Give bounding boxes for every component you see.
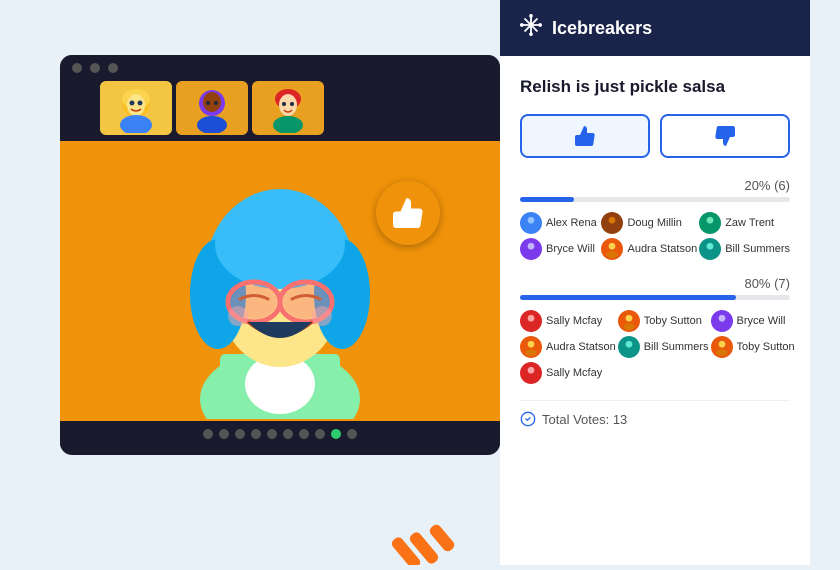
- video-top-bar: [60, 55, 500, 81]
- voter-name: Bryce Will: [737, 315, 786, 327]
- voter-item: Doug Millin: [601, 212, 697, 234]
- voter-name: Audra Statson: [546, 341, 616, 353]
- nav-dot-10[interactable]: [347, 429, 357, 439]
- voter-name: Alex Rena: [546, 217, 597, 229]
- nav-dot-7[interactable]: [299, 429, 309, 439]
- thumbs-down-button[interactable]: [660, 114, 790, 158]
- voter-avatar: [520, 362, 542, 384]
- video-bottom-bar: [60, 421, 500, 447]
- video-area: [60, 55, 500, 455]
- thumb-avatar-3: [252, 81, 324, 135]
- voter-name: Zaw Trent: [725, 217, 774, 229]
- thumbnail-2: [176, 81, 248, 135]
- thumb-avatar-1: [100, 81, 172, 135]
- voter-item: Bill Summers: [618, 336, 709, 358]
- nav-dot-9[interactable]: [331, 429, 341, 439]
- agree-bar-fill: [520, 197, 574, 202]
- voter-name: Toby Sutton: [644, 315, 702, 327]
- voter-name: Sally Mcfay: [546, 367, 602, 379]
- voter-item: Audra Statson: [520, 336, 616, 358]
- total-votes-text: Total Votes: 13: [542, 412, 627, 427]
- result-section-agree: 20% (6) Alex Rena Doug Millin: [520, 178, 790, 260]
- nav-dot-2[interactable]: [219, 429, 229, 439]
- voter-avatar: [711, 336, 733, 358]
- voter-avatar: [520, 336, 542, 358]
- voter-item: Bryce Will: [520, 238, 599, 260]
- voter-avatar: [520, 212, 542, 234]
- voter-avatar: [618, 310, 640, 332]
- slash-decoration: [390, 485, 480, 565]
- nav-dot-5[interactable]: [267, 429, 277, 439]
- voter-avatar: [699, 212, 721, 234]
- voter-name: Doug Millin: [627, 217, 681, 229]
- voter-avatar: [711, 310, 733, 332]
- result-section-disagree: 80% (7) Sally Mcfay Toby Sutton: [520, 276, 790, 384]
- voter-item: Alex Rena: [520, 212, 599, 234]
- decorative-slashes: [390, 485, 470, 555]
- nav-dot-6[interactable]: [283, 429, 293, 439]
- voter-item: Sally Mcfay: [520, 362, 616, 384]
- thumbs-up-icon: [573, 124, 597, 148]
- vote-buttons: [520, 114, 790, 158]
- voter-avatar: [601, 212, 623, 234]
- agree-bar-bg: [520, 197, 790, 202]
- thumb-avatar-2: [176, 81, 248, 135]
- window-dot-2: [90, 63, 100, 73]
- voter-item: Toby Sutton: [618, 310, 709, 332]
- voter-item: Toby Sutton: [711, 336, 795, 358]
- voter-item: Audra Statson: [601, 238, 697, 260]
- question-text: Relish is just pickle salsa: [520, 76, 790, 98]
- voter-name: Audra Statson: [627, 243, 697, 255]
- voter-name: Bryce Will: [546, 243, 595, 255]
- voter-name: Bill Summers: [725, 243, 790, 255]
- voter-item: Zaw Trent: [699, 212, 790, 234]
- check-circle-icon: [520, 411, 536, 427]
- thumbnail-3: [252, 81, 324, 135]
- nav-dot-1[interactable]: [203, 429, 213, 439]
- voter-item: Sally Mcfay: [520, 310, 616, 332]
- disagree-bar-bg: [520, 295, 790, 300]
- thumbs-up-button[interactable]: [520, 114, 650, 158]
- voter-name: Sally Mcfay: [546, 315, 602, 327]
- cartoon-character: [130, 144, 430, 419]
- agree-voters-grid: Alex Rena Doug Millin Zaw Trent: [520, 212, 790, 260]
- nav-dot-3[interactable]: [235, 429, 245, 439]
- main-video: [60, 141, 500, 421]
- agree-percent: 20% (6): [520, 178, 790, 193]
- panel-header: Icebreakers: [500, 0, 810, 56]
- voter-avatar: [699, 238, 721, 260]
- disagree-bar-fill: [520, 295, 736, 300]
- thumbs-up-overlay-icon: [390, 195, 426, 231]
- voter-item: Bryce Will: [711, 310, 795, 332]
- window-dot-1: [72, 63, 82, 73]
- thumbs-down-icon: [713, 124, 737, 148]
- disagree-percent: 80% (7): [520, 276, 790, 291]
- panel-content: Relish is just pickle salsa 20% (6): [500, 56, 810, 565]
- icebreakers-icon: [520, 14, 542, 42]
- voter-avatar: [520, 238, 542, 260]
- thumbnails-row: [60, 81, 500, 141]
- voter-avatar: [520, 310, 542, 332]
- disagree-voters-grid: Sally Mcfay Toby Sutton Bryce Will: [520, 310, 790, 384]
- nav-dot-8[interactable]: [315, 429, 325, 439]
- voter-avatar: [601, 238, 623, 260]
- voter-item: Bill Summers: [699, 238, 790, 260]
- total-votes: Total Votes: 13: [520, 400, 790, 427]
- thumbnail-1: [100, 81, 172, 135]
- voter-name: Bill Summers: [644, 341, 709, 353]
- right-panel: Icebreakers Relish is just pickle salsa …: [500, 0, 810, 565]
- window-dot-3: [108, 63, 118, 73]
- voter-name: Toby Sutton: [737, 341, 795, 353]
- panel-title: Icebreakers: [552, 18, 652, 39]
- voter-avatar: [618, 336, 640, 358]
- thumbs-up-overlay: [376, 181, 440, 245]
- nav-dot-4[interactable]: [251, 429, 261, 439]
